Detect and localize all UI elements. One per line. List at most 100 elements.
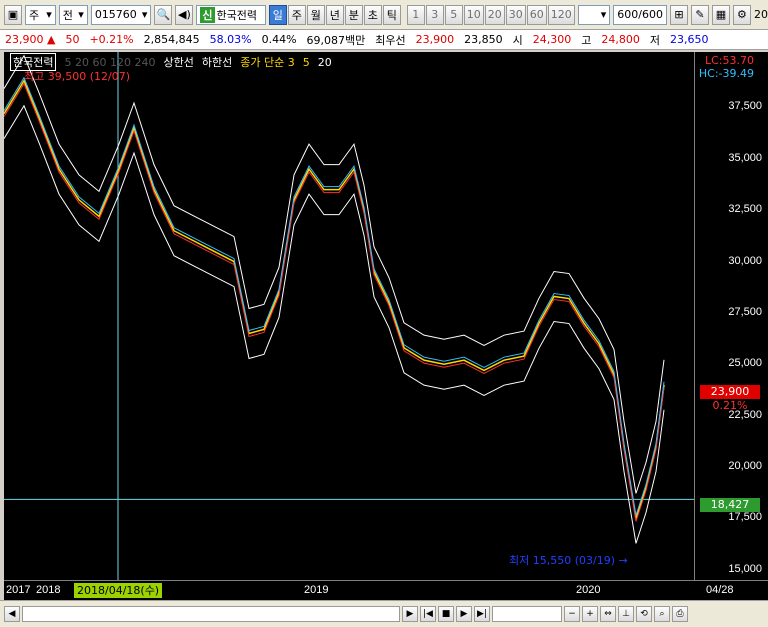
interval-120[interactable]: 120	[547, 4, 575, 25]
reset-icon[interactable]: ⟲	[636, 606, 652, 622]
volume: 2,854,845	[143, 33, 200, 46]
scroll-left-icon[interactable]: ◀	[4, 606, 20, 622]
interval-buttons: 1 3 5 10 20 30 60 120	[406, 4, 575, 25]
price-change-pct: +0.21%	[89, 33, 134, 46]
chevron-down-icon: ▾	[78, 8, 84, 21]
tab-month[interactable]: 월	[306, 4, 325, 25]
y-tick-label: 32,500	[728, 203, 762, 216]
hc-label: HC:-39.49	[698, 67, 754, 80]
indicator-icon[interactable]: ⊞	[669, 4, 688, 25]
up-arrow-icon: ▲	[47, 33, 56, 46]
cursor-date-label: 2018/04/18(수)	[74, 583, 163, 598]
y-tick-label: 27,500	[728, 305, 762, 318]
x-tick-2017: 2017	[6, 584, 31, 596]
scroll-right-icon[interactable]: ▶	[402, 606, 418, 622]
data-count: 600/600	[617, 8, 663, 21]
legend-ma5[interactable]: 5	[303, 56, 310, 69]
market-select[interactable]: 전 ▾	[58, 4, 88, 25]
current-price-tag: 23,900	[700, 385, 760, 399]
interval-10[interactable]: 10	[463, 4, 484, 25]
candles-up	[4, 82, 665, 522]
data-count-field[interactable]: 600/600	[613, 4, 667, 25]
min-price-label: 최저 15,550 (03/19) →	[509, 554, 628, 567]
x-tick-2019: 2019	[304, 584, 329, 596]
chevron-down-icon: ▾	[141, 8, 148, 21]
stock-code-input[interactable]: 015760 ▾	[90, 4, 152, 25]
legend-lower[interactable]: 하한선	[202, 54, 232, 70]
screenshot-icon[interactable]: ⎙	[672, 606, 688, 622]
legend-close-ma[interactable]: 종가 단순 3	[240, 54, 294, 70]
draw-icon[interactable]: ✎	[690, 4, 709, 25]
stock-name: 한국전력	[216, 8, 258, 22]
tab-minute[interactable]: 분	[344, 4, 363, 25]
legend-faded-mas: 5 20 60 120 240	[64, 55, 156, 69]
interval-30[interactable]: 30	[505, 4, 526, 25]
best-bid-label: 최우선	[375, 33, 406, 47]
best-ask: 23,850	[464, 33, 503, 46]
quote-bar: 23,900 ▲ 50 +0.21% 2,854,845 58.03% 0.44…	[0, 30, 768, 50]
y-tick-label: 17,500	[728, 511, 762, 524]
best-bid: 23,900	[415, 33, 455, 46]
new-badge: 신	[200, 6, 215, 23]
low-label: 저	[649, 33, 661, 47]
cursor-price-tag: 18,427	[700, 498, 760, 512]
zoom-out-icon[interactable]: −	[564, 606, 580, 622]
current-price-value: 23,900	[5, 33, 44, 46]
tab-second[interactable]: 초	[363, 4, 382, 25]
price-plot[interactable]: 한국전력 5 20 60 120 240 상한선 하한선 종가 단순 3 5 2…	[4, 52, 694, 580]
bottom-scrollbar: ◀ ▶ |◀ ■ ▶ ▶| − + ⇔ ⊥ ⟲ ⌕ ⎙	[0, 600, 768, 627]
volume-ratio: 58.03%	[209, 33, 252, 46]
tab-week[interactable]: 주	[287, 4, 306, 25]
max-price-label: 최고 39,500 (12/07)	[24, 70, 131, 83]
low-price: 23,650	[670, 33, 709, 46]
tab-day[interactable]: 일	[268, 4, 287, 25]
last-page-icon[interactable]: ▶|	[474, 606, 490, 622]
x-axis: 2017 2018 2018/04/18(수) 2019 2020 04/28	[4, 580, 768, 600]
price-chart-svg[interactable]	[4, 52, 694, 580]
zoom-slider[interactable]	[492, 606, 562, 622]
interval-1[interactable]: 1	[406, 4, 425, 25]
interval-20[interactable]: 20	[484, 4, 505, 25]
interval-custom-select[interactable]: ▾	[577, 4, 611, 25]
y-tick-label: 35,000	[728, 151, 762, 164]
stock-code-value: 015760	[94, 8, 137, 21]
y-tick-label: 30,000	[728, 254, 762, 267]
ruler-icon[interactable]: ⊥	[618, 606, 634, 622]
toolbar-edge-label: 20	[753, 8, 768, 21]
period-select[interactable]: 주 ▾	[25, 4, 56, 25]
lc-label: LC:53.70	[704, 54, 754, 67]
grid-icon[interactable]: ▦	[711, 4, 730, 25]
stock-name-field[interactable]: 신 한국전력	[196, 4, 266, 25]
x-tick-last-date: 04/28	[706, 584, 734, 596]
trade-amount: 69,087백만	[306, 33, 366, 47]
price-change: 50	[65, 33, 80, 46]
y-tick-label: 20,000	[728, 460, 762, 472]
tab-tick[interactable]: 틱	[382, 4, 401, 25]
first-page-icon[interactable]: |◀	[420, 606, 436, 622]
pan-icon[interactable]: ⇔	[600, 606, 616, 622]
search-chart-icon[interactable]: ⌕	[654, 606, 670, 622]
gear-icon[interactable]: ⚙	[732, 4, 751, 25]
scroll-track[interactable]	[22, 606, 400, 622]
chart-area: 한국전력 5 20 60 120 240 상한선 하한선 종가 단순 3 5 2…	[4, 52, 768, 600]
tab-year[interactable]: 년	[325, 4, 344, 25]
zoom-in-icon[interactable]: +	[582, 606, 598, 622]
legend-upper[interactable]: 상한선	[163, 54, 193, 70]
stop-icon[interactable]: ■	[438, 606, 454, 622]
search-icon[interactable]: 🔍	[154, 4, 173, 25]
sound-icon[interactable]: ◀)	[175, 4, 194, 25]
period-tabs: 일 주 월 년 분 초 틱	[268, 4, 401, 25]
candles-down	[4, 76, 665, 516]
legend-ma20[interactable]: 20	[318, 56, 332, 69]
interval-3[interactable]: 3	[425, 4, 444, 25]
interval-5[interactable]: 5	[444, 4, 463, 25]
turnover: 0.44%	[261, 33, 297, 46]
high-label: 고	[581, 33, 592, 47]
interval-60[interactable]: 60	[526, 4, 547, 25]
play-icon[interactable]: ▶	[456, 606, 472, 622]
layout-icon[interactable]: ▣	[4, 4, 22, 25]
y-tick-label: 37,500	[728, 100, 762, 113]
x-tick-2020: 2020	[576, 584, 601, 596]
high-price: 24,800	[601, 33, 640, 46]
period-select-value: 주	[29, 8, 40, 22]
